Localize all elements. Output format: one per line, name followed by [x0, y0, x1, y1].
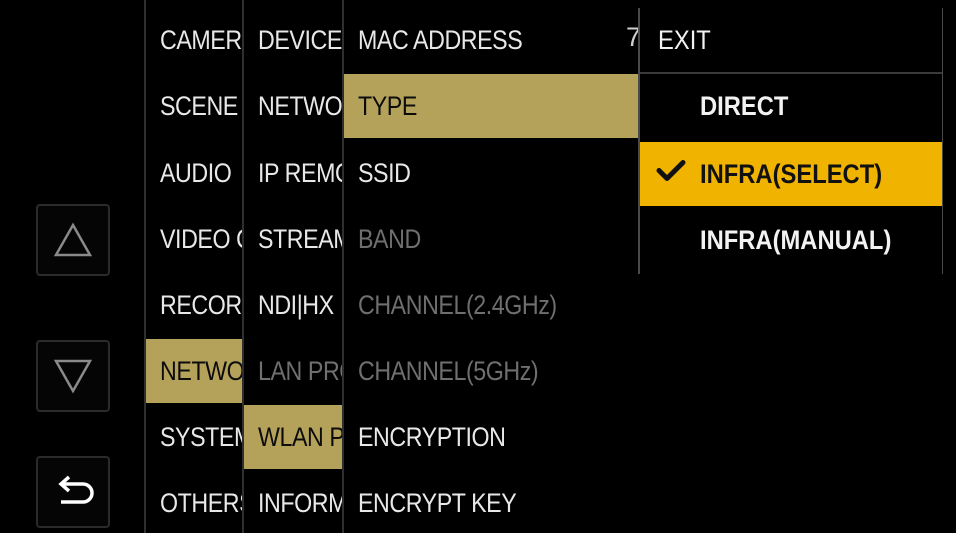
setting-mac-address[interactable]: MAC ADDRESS — [344, 8, 638, 72]
menu-item-label: RECORDING — [160, 289, 242, 320]
triangle-up-icon — [53, 222, 93, 257]
menu-item-label: WLAN PROPERTY — [258, 421, 342, 452]
option-direct[interactable]: DIRECT — [640, 74, 942, 138]
option-exit[interactable]: EXIT — [640, 8, 942, 72]
menu-item-label: SCENE — [160, 90, 238, 121]
submenu-item-ip-remote[interactable]: IP REMOTE — [244, 141, 342, 205]
option-infra-select[interactable]: INFRA(SELECT) — [640, 142, 942, 206]
menu-item-label: OTHERS — [160, 487, 242, 518]
main-menu-column: CAMERA SCENE AUDIO VIDEO OUT RECORDING N… — [146, 0, 242, 533]
menu-item-label: NETWORK — [160, 355, 242, 386]
menu-item-label: CAMERA — [160, 24, 242, 55]
menu-item-label: BAND — [358, 223, 421, 254]
submenu-item-lan-property[interactable]: LAN PROPERTY — [244, 339, 342, 403]
menu-item-network[interactable]: NETWORK — [146, 339, 242, 403]
setting-encrypt-key[interactable]: ENCRYPT KEY — [344, 471, 638, 533]
setting-band[interactable]: BAND — [344, 207, 638, 271]
back-button[interactable] — [36, 456, 110, 528]
checkmark-icon — [656, 159, 686, 190]
camera-menu-screen: CAMERA SCENE AUDIO VIDEO OUT RECORDING N… — [0, 0, 956, 533]
menu-item-label: ENCRYPTION — [358, 421, 506, 452]
submenu-item-ndi-hx[interactable]: NDI|HX — [244, 273, 342, 337]
menu-item-label: SSID — [358, 157, 411, 188]
submenu-item-information[interactable]: INFORMATION — [244, 471, 342, 533]
scroll-down-button[interactable] — [36, 340, 110, 412]
setting-ssid[interactable]: SSID — [344, 141, 638, 205]
setting-encryption[interactable]: ENCRYPTION — [344, 405, 638, 469]
menu-item-label: MAC ADDRESS — [358, 24, 523, 55]
return-arrow-icon — [58, 475, 94, 504]
menu-item-scene[interactable]: SCENE — [146, 74, 242, 138]
option-infra-manual[interactable]: INFRA(MANUAL) — [640, 208, 942, 272]
setting-type[interactable]: TYPE — [344, 74, 638, 138]
triangle-down-icon — [53, 359, 93, 394]
menu-item-label: STREAMING — [258, 223, 342, 254]
network-submenu-column: DEVICE NETWORK IP REMOTE STREAMING NDI|H… — [244, 0, 342, 533]
menu-item-label: INFORMATION — [258, 487, 342, 518]
menu-item-label: TYPE — [358, 90, 417, 121]
menu-item-label: NDI|HX — [258, 289, 334, 320]
setting-channel-2-4ghz[interactable]: CHANNEL(2.4GHz) — [344, 273, 638, 337]
menu-item-others[interactable]: OTHERS — [146, 471, 242, 533]
menu-item-label: LAN PROPERTY — [258, 355, 342, 386]
menu-item-label: AUDIO — [160, 157, 232, 188]
option-label: DIRECT — [700, 90, 789, 121]
menu-item-audio[interactable]: AUDIO — [146, 141, 242, 205]
option-label: INFRA(MANUAL) — [700, 224, 892, 255]
menu-item-recording[interactable]: RECORDING — [146, 273, 242, 337]
menu-item-label: CHANNEL(5GHz) — [358, 355, 539, 386]
menu-item-label: SYSTEM — [160, 421, 242, 452]
menu-item-label: DEVICE — [258, 24, 342, 55]
menu-item-label: CHANNEL(2.4GHz) — [358, 289, 557, 320]
menu-item-camera[interactable]: CAMERA — [146, 8, 242, 72]
menu-item-video-out[interactable]: VIDEO OUT — [146, 207, 242, 271]
scroll-up-button[interactable] — [36, 204, 110, 276]
menu-item-label: VIDEO OUT — [160, 223, 242, 254]
menu-item-label: ENCRYPT KEY — [358, 487, 517, 518]
menu-item-label: IP REMOTE — [258, 157, 342, 188]
submenu-item-wlan-property[interactable]: WLAN PROPERTY — [244, 405, 342, 469]
menu-item-label: NETWORK — [258, 90, 342, 121]
option-label: INFRA(SELECT) — [700, 158, 883, 189]
type-options-popup: EXIT DIRECT INFRA(SELECT) INFRA(MANUAL) — [640, 8, 942, 274]
submenu-item-device[interactable]: DEVICE — [244, 8, 342, 72]
submenu-item-streaming[interactable]: STREAMING — [244, 207, 342, 271]
setting-channel-5ghz[interactable]: CHANNEL(5GHz) — [344, 339, 638, 403]
submenu-item-network[interactable]: NETWORK — [244, 74, 342, 138]
wlan-property-column: MAC ADDRESS TYPE SSID BAND CHANNEL(2.4GH… — [344, 0, 638, 533]
option-label: EXIT — [658, 24, 711, 55]
menu-item-system[interactable]: SYSTEM — [146, 405, 242, 469]
